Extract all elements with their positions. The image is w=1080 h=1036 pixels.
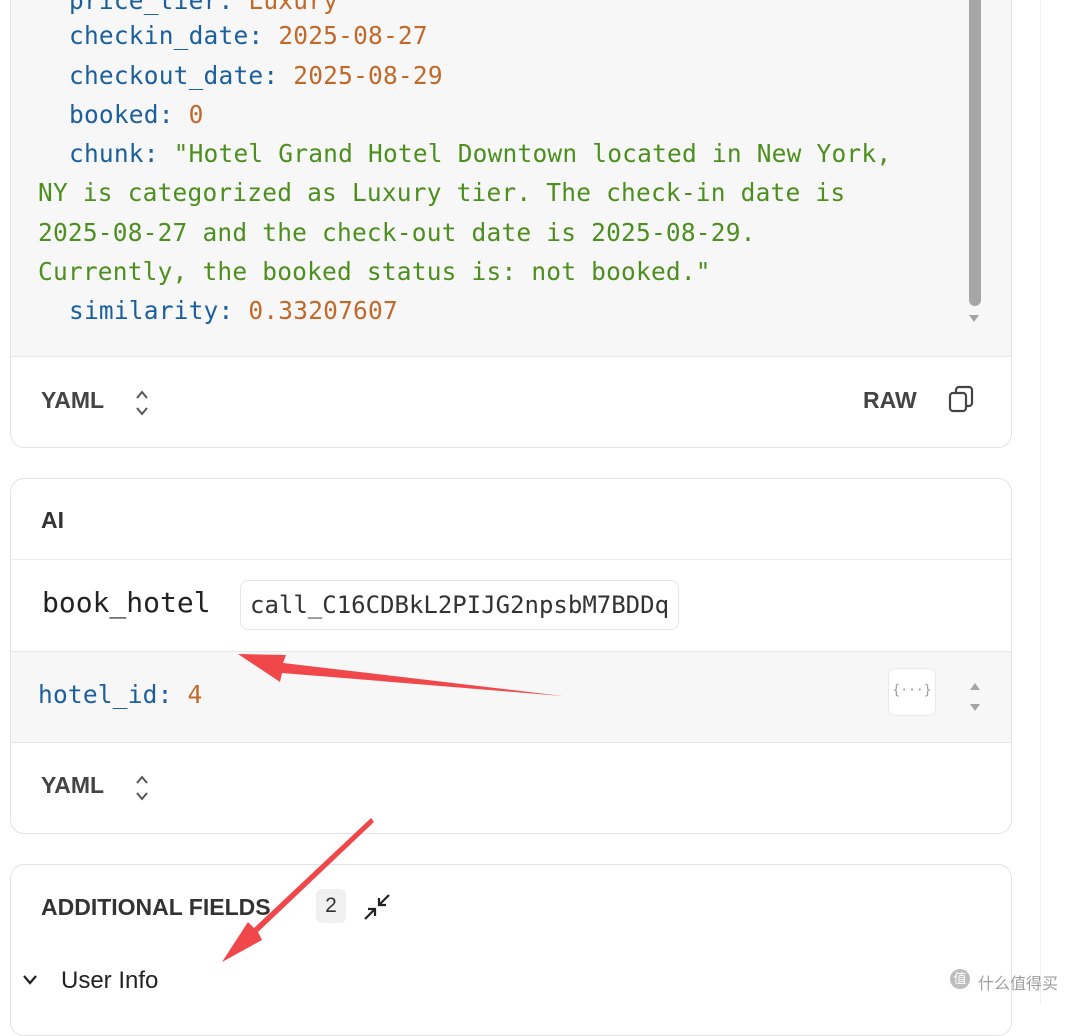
result-footer: YAML RAW xyxy=(11,357,1011,447)
tool-result-card: price_tier: Luxury checkin_date: 2025-08… xyxy=(10,0,1012,448)
ai-message-card: AI book_hotel call_C16CDBkL2PIJG2npsbM7B… xyxy=(10,478,1012,834)
format-select-label[interactable]: YAML xyxy=(41,772,104,799)
ai-card-footer: YAML xyxy=(11,742,1011,832)
scrollbar-thumb[interactable] xyxy=(969,0,981,306)
watermark-text: 什么值得买 xyxy=(978,976,1059,993)
up-down-chevron-icon[interactable] xyxy=(135,388,149,418)
ai-card-title: AI xyxy=(41,507,64,533)
stepper-arrows-icon[interactable] xyxy=(969,680,981,714)
chevron-down-icon xyxy=(23,975,37,985)
json-view-button[interactable]: {···} xyxy=(888,668,936,716)
user-info-label: User Info xyxy=(61,967,159,994)
yaml-line-similarity: similarity: 0.33207607 xyxy=(69,296,398,325)
yaml-line-chunk-cont-1: NY is categorized as Luxury tier. The ch… xyxy=(38,178,846,207)
tool-call-id-badge[interactable]: call_C16CDBkL2PIJG2npsbM7BDDq xyxy=(240,580,680,630)
yaml-code-block: price_tier: Luxury checkin_date: 2025-08… xyxy=(11,0,1011,357)
fields-count-badge: 2 xyxy=(316,889,346,923)
copy-icon[interactable] xyxy=(948,385,974,415)
page-divider xyxy=(1040,0,1041,1004)
yaml-line-price-tier: price_tier: Luxury xyxy=(69,0,339,15)
watermark-logo-icon: 值 xyxy=(950,969,970,989)
additional-fields-title: ADDITIONAL FIELDS xyxy=(41,894,271,920)
arg-line-hotel-id: hotel_id: 4 xyxy=(38,680,203,709)
scroll-down-arrow-icon[interactable] xyxy=(969,315,979,322)
collapse-arrows-icon[interactable] xyxy=(363,893,391,921)
ai-card-header: AI xyxy=(11,479,1011,560)
raw-toggle-button[interactable]: RAW xyxy=(863,387,917,414)
up-down-chevron-icon[interactable] xyxy=(135,773,149,803)
yaml-line-chunk-cont-2: 2025-08-27 and the check-out date is 202… xyxy=(38,218,756,247)
format-select-label[interactable]: YAML xyxy=(41,387,104,414)
tool-args-block: hotel_id: 4 {···} xyxy=(11,651,1011,743)
yaml-line-chunk-cont-3: Currently, the booked status is: not boo… xyxy=(38,257,711,286)
yaml-line-chunk: chunk: "Hotel Grand Hotel Downtown locat… xyxy=(69,139,892,168)
additional-fields-card: ADDITIONAL FIELDS 2 User Info xyxy=(10,864,1012,1036)
tool-name: book_hotel xyxy=(42,586,211,619)
yaml-line-booked: booked: 0 xyxy=(69,100,204,129)
yaml-line-checkout: checkout_date: 2025-08-29 xyxy=(69,61,443,90)
tool-call-row: book_hotel call_C16CDBkL2PIJG2npsbM7BDDq xyxy=(11,560,1011,650)
yaml-line-checkin: checkin_date: 2025-08-27 xyxy=(69,21,428,50)
